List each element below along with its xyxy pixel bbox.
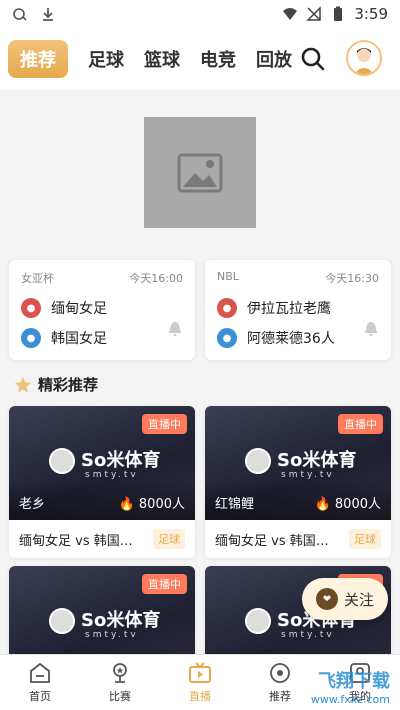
viewer-count: 🔥 8000人 [314,497,381,512]
live-title: 缅甸女足 vs 韩国女足 [19,533,143,549]
brand-logo: So米体育 [81,610,161,631]
tab-basketball[interactable]: 篮球 [144,46,180,72]
match-card[interactable]: NBL 今天16:30 ● 伊拉瓦拉老鹰 ● 阿德莱德36人 [205,260,391,360]
team-away: 阿德莱德36人 [247,331,335,347]
anchor-name: 老乡 [19,497,46,512]
tab-recommend[interactable]: 推荐 [8,40,68,78]
brand-logo: So米体育 [81,450,161,471]
brand-logo: So米体育 [277,450,357,471]
nav-match[interactable]: 比赛 [80,655,160,710]
section-title-text: 精彩推荐 [38,376,99,394]
sync-icon [13,8,27,21]
heart-icon: ❤ [315,588,338,610]
live-thumbnail: 直播中 So米体育 smty.tv 老乡 🔥 8000人 [9,406,195,520]
nav-label: 首页 [29,690,51,703]
tv-icon [189,662,211,683]
team-badge-icon: ● [21,298,41,318]
anchor-name: 红锦鲤 [215,497,255,512]
nav-live[interactable]: 直播 [160,655,240,710]
home-icon [30,662,50,683]
nav-label: 直播 [189,690,211,703]
brand-sub: smty.tv [281,470,335,480]
nav-label: 比赛 [109,690,131,703]
follow-button[interactable]: ❤ 关注 [302,578,388,620]
watermark-url: www.fxxz.com [310,693,390,706]
live-title: 缅甸女足 vs 韩国女足 [215,533,339,549]
team-badge-icon: ● [217,298,237,318]
team-badge-icon: ● [217,328,237,348]
tab-football[interactable]: 足球 [88,46,124,72]
team-badge-icon: ● [21,328,41,348]
follow-label: 关注 [343,590,374,609]
football-icon [49,608,75,634]
watermark: 飞翔下载 www.fxxz.com [268,660,396,706]
viewer-count: 🔥 8000人 [118,497,185,512]
star-icon [14,376,32,393]
live-badge: 直播中 [142,574,187,594]
banner-image[interactable] [144,117,256,228]
live-badge: 直播中 [142,414,187,434]
team-home: 伊拉瓦拉老鹰 [247,301,331,317]
live-card[interactable]: 直播中 So米体育 smty.tv 红锦鲤 🔥 8000人 缅甸女足 vs 韩国… [205,406,391,558]
download-icon [43,8,53,21]
team-home: 缅甸女足 [51,301,107,317]
tab-esports[interactable]: 电竞 [200,46,236,72]
trophy-icon [113,663,127,683]
fire-icon: 🔥 [314,497,331,512]
search-icon[interactable] [300,46,326,72]
status-time: 3:59 [354,5,388,23]
football-icon [245,448,271,474]
match-time: 今天16:00 [129,272,183,285]
live-card[interactable]: 直播中 So米体育 smty.tv 老乡 🔥 8000人 缅甸女足 vs 韩国女… [9,406,195,558]
match-time: 今天16:30 [325,272,379,285]
no-signal-icon [306,6,322,21]
status-bar: 3:59 [0,0,400,28]
section-title: 精彩推荐 [14,374,98,395]
sport-tag: 足球 [349,529,381,549]
fire-icon: 🔥 [118,497,135,512]
live-thumbnail: 直播中 So米体育 smty.tv 红锦鲤 🔥 8000人 [205,406,391,520]
match-league: 女亚杯 [21,272,54,285]
wifi-icon [283,8,298,20]
watermark-title: 飞翔下载 [318,671,390,692]
brand-sub: smty.tv [85,630,139,640]
avatar[interactable] [346,40,382,76]
tab-replay[interactable]: 回放 [256,46,292,72]
sport-tag: 足球 [153,529,185,549]
match-card[interactable]: 女亚杯 今天16:00 ● 缅甸女足 ● 韩国女足 [9,260,195,360]
brand-sub: smty.tv [85,470,139,480]
brand-sub: smty.tv [281,630,335,640]
image-placeholder-icon [177,153,223,192]
bell-icon[interactable] [363,318,379,336]
bell-icon[interactable] [167,318,183,336]
avatar-icon [348,42,380,74]
battery-icon [334,6,343,21]
top-nav: 推荐 足球 篮球 电竞 回放 [0,28,400,90]
live-badge: 直播中 [338,414,383,434]
football-icon [245,608,271,634]
nav-home[interactable]: 首页 [0,655,80,710]
football-icon [49,448,75,474]
team-away: 韩国女足 [51,331,107,347]
match-league: NBL [217,270,239,283]
category-tabs: 推荐 足球 篮球 电竞 回放 [8,40,298,78]
